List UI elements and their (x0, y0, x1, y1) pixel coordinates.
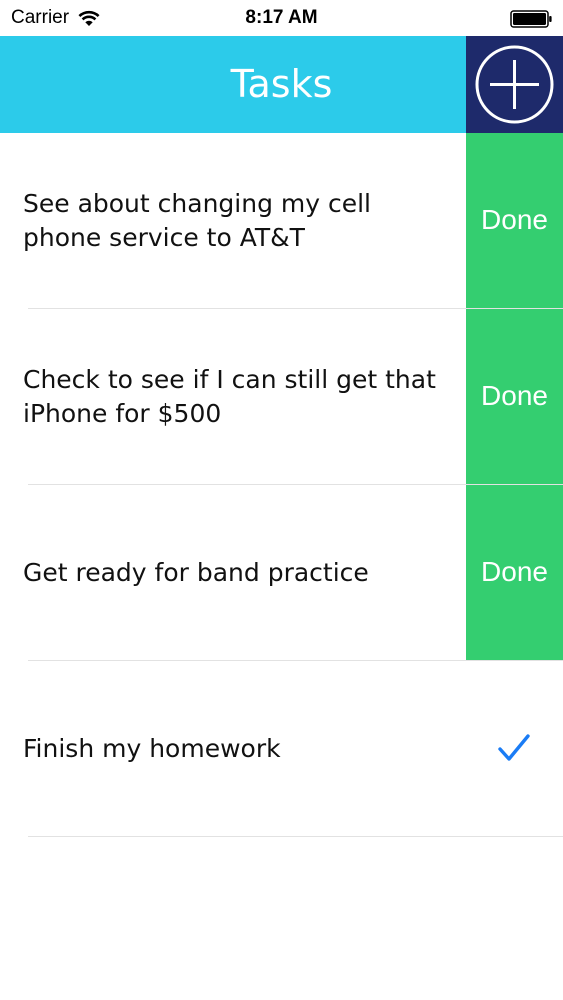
row-separator (28, 836, 563, 837)
task-row[interactable]: Check to see if I can still get that iPh… (0, 309, 563, 485)
task-text: See about changing my cell phone service… (23, 189, 371, 252)
task-list: See about changing my cell phone service… (0, 133, 563, 837)
task-row[interactable]: Finish my homework (0, 661, 563, 837)
battery-icon (510, 10, 552, 28)
plus-circle-icon (475, 45, 554, 124)
clock: 8:17 AM (245, 7, 318, 28)
task-text: Check to see if I can still get that iPh… (23, 365, 436, 428)
done-button-label: Done (481, 556, 548, 587)
add-task-button[interactable] (466, 36, 563, 133)
task-row[interactable]: Get ready for band practice Done (0, 485, 563, 661)
app-screen: Carrier 8:17 AM Tasks See about changing… (0, 0, 563, 1000)
task-text: Get ready for band practice (23, 558, 369, 587)
task-text: Finish my homework (23, 734, 281, 763)
done-button[interactable]: Done (466, 485, 563, 661)
task-row[interactable]: See about changing my cell phone service… (0, 133, 563, 309)
done-button-label: Done (481, 380, 548, 411)
checkmark-icon[interactable] (498, 734, 530, 762)
status-bar: Carrier 8:17 AM (0, 0, 563, 36)
done-button-label: Done (481, 204, 548, 235)
done-button[interactable]: Done (466, 309, 563, 485)
done-button[interactable]: Done (466, 133, 563, 309)
